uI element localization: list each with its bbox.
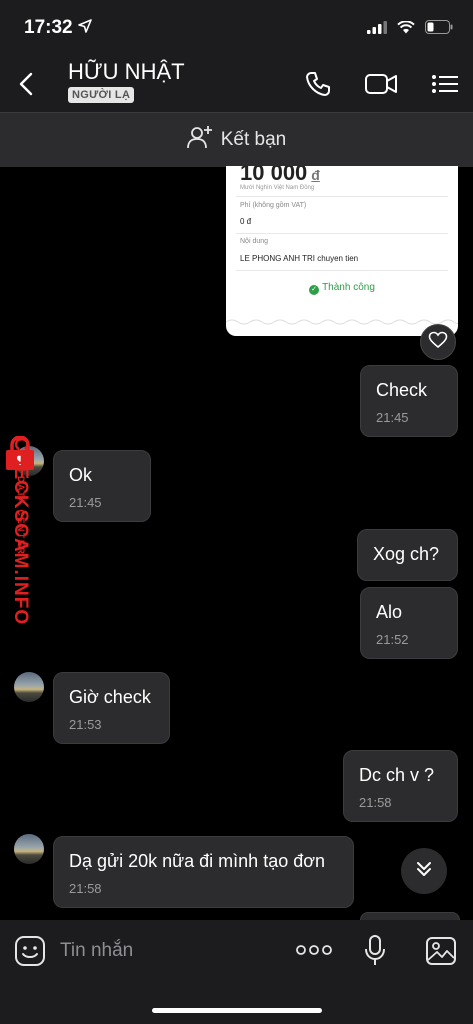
heart-icon <box>428 331 448 354</box>
scroll-to-bottom-button[interactable] <box>401 848 447 894</box>
message-time: 21:52 <box>376 632 409 647</box>
message-time: 21:58 <box>69 881 102 896</box>
message-bubble-incoming[interactable]: Dạ gửi 20k nữa đi mình tạo đơn 21:58 <box>53 836 354 908</box>
receipt-content-value: LE PHONG ANH TRI chuyen tien <box>240 254 359 263</box>
receipt-amount-words: Mười Nghìn Việt Nam Đồng <box>240 185 315 191</box>
receipt-status: ✓ Thành công <box>226 282 458 295</box>
add-friend-label: Kết bạn <box>220 129 287 150</box>
message-bubble-outgoing[interactable]: Alo 21:52 <box>360 587 458 659</box>
chevrons-down-icon <box>414 859 434 884</box>
divider <box>236 196 448 197</box>
message-time: 21:53 <box>69 717 102 732</box>
battery-icon <box>425 20 453 39</box>
message-text: Dạ gửi 20k nữa đi mình tạo đơn <box>69 851 326 871</box>
message-bubble-outgoing[interactable]: Check 21:45 <box>360 365 458 437</box>
watermark-main: CHECKSCAM.INFO <box>10 437 31 626</box>
divider <box>236 233 448 234</box>
message-time: 21:45 <box>69 495 102 510</box>
menu-icon[interactable] <box>430 70 460 103</box>
transfer-receipt-image[interactable]: 10 000 đ Mười Nghìn Việt Nam Đồng Phí (kh… <box>226 166 458 336</box>
wifi-icon <box>397 19 415 39</box>
message-bubble-incoming[interactable]: Ok 21:45 <box>53 450 151 522</box>
receipt-fee-value: 0 đ <box>240 217 252 226</box>
divider <box>236 270 448 271</box>
add-friend-button[interactable]: Kết bạn <box>0 112 473 167</box>
home-indicator[interactable] <box>152 1008 322 1013</box>
message-bubble-incoming[interactable]: Giờ check 21:53 <box>53 672 170 744</box>
location-arrow-icon <box>78 19 92 38</box>
watermark: DATA CENTER CHECKSCAM.INFO <box>2 435 44 664</box>
check-icon: ✓ <box>309 285 320 295</box>
phone-icon[interactable] <box>304 70 332 103</box>
stranger-badge: NGƯỜI LẠ <box>68 87 135 103</box>
message-text: Xog ch? <box>373 544 440 564</box>
message-bubble-outgoing[interactable]: Dc ch v ? 21:58 <box>343 750 458 822</box>
sticker-icon[interactable] <box>14 935 46 972</box>
message-time: 21:45 <box>376 410 409 425</box>
mic-icon[interactable] <box>364 934 386 973</box>
chat-header: HỮU NHẬT NGƯỜI LẠ <box>0 56 473 112</box>
contact-name[interactable]: HỮU NHẬT <box>68 59 185 85</box>
status-time: 17:32 <box>24 17 73 38</box>
add-friend-icon <box>186 125 213 155</box>
message-text: Ok <box>69 465 93 485</box>
status-bar: 17:32 <box>0 0 473 56</box>
video-icon[interactable] <box>364 70 398 103</box>
receipt-fee-label: Phí (không gồm VAT) <box>240 202 307 209</box>
receipt-amount: 10 000 đ <box>240 166 320 185</box>
message-bubble-outgoing[interactable]: Xog ch? <box>357 529 458 581</box>
more-icon[interactable] <box>296 943 332 962</box>
avatar[interactable] <box>14 834 44 864</box>
message-text: Dc ch v ? <box>359 765 435 785</box>
message-input[interactable]: Tin nhắn <box>60 940 133 962</box>
receipt-content-label: Nội dung <box>240 238 269 245</box>
message-text: Check <box>376 380 428 400</box>
image-icon[interactable] <box>425 936 457 971</box>
back-icon[interactable] <box>16 70 36 103</box>
message-text: Giờ check <box>69 687 151 707</box>
react-heart-button[interactable] <box>420 324 456 360</box>
receipt-edge <box>226 319 458 325</box>
message-time: 21:58 <box>359 795 392 810</box>
signal-icon <box>367 20 387 39</box>
avatar[interactable] <box>14 672 44 702</box>
message-text: Alo <box>376 602 403 622</box>
